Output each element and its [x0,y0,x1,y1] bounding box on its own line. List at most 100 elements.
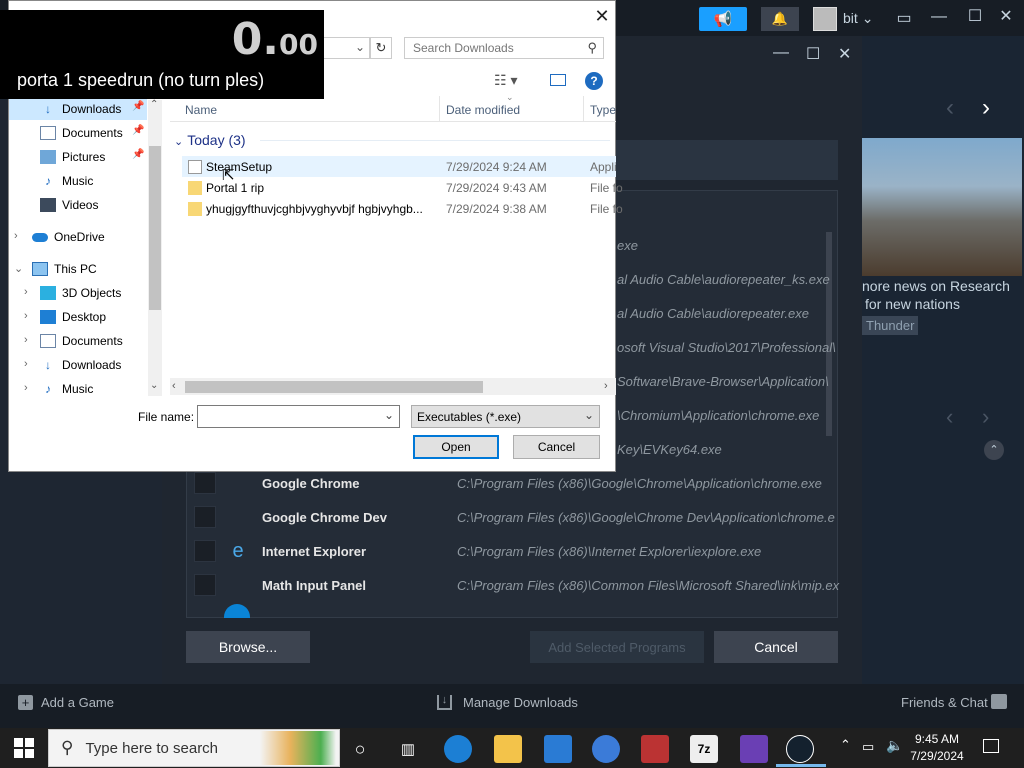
broadcast-button[interactable]: 📢 [699,7,747,31]
chrome-dev-icon[interactable] [592,735,620,763]
column-type[interactable]: Type [590,103,616,117]
column-name[interactable]: Name [185,103,217,117]
nav-item-music[interactable]: ♪ Music [40,378,93,400]
chevron-down-icon[interactable]: ⌄ [384,408,394,422]
file-name-input[interactable]: ⌄ [197,405,400,428]
file-row[interactable]: SteamSetup 7/29/2024 9:24 AM Appli [182,156,617,177]
column-date-modified[interactable]: Date modified [446,103,520,117]
maximize-button[interactable]: ☐ [962,3,988,29]
scroll-down-icon[interactable]: ⌄ [150,380,158,391]
chevron-right-icon[interactable]: › [982,404,989,430]
chevron-right-icon[interactable]: › [24,382,28,394]
program-row[interactable]: Google Chrome Dev C:\Program Files (x86)… [186,500,836,534]
steam-icon[interactable] [786,735,814,763]
nav-item-onedrive[interactable]: OneDrive [32,226,105,248]
chevron-right-icon[interactable]: › [24,286,28,298]
volume-icon[interactable]: 🔈 [886,737,903,754]
scroll-left-icon[interactable]: ‹ [172,380,176,392]
cortana-icon[interactable]: ○ [346,735,374,763]
close-button[interactable]: ✕ [993,3,1019,29]
edge-icon[interactable] [444,735,472,763]
windows-start-icon[interactable] [14,738,34,758]
chevron-right-icon[interactable]: › [24,334,28,346]
browse-button[interactable]: Browse... [186,631,310,663]
nav-item-desktop[interactable]: Desktop [40,306,106,328]
chevron-right-icon[interactable]: › [24,358,28,370]
manage-downloads-button[interactable]: Manage Downloads [463,695,578,710]
add-game-button[interactable]: Add a Game [41,695,114,710]
scroll-up-icon[interactable]: ⌃ [150,99,158,110]
nav-item-downloads[interactable]: ↓ Downloads [40,354,121,376]
help-icon[interactable]: ? [585,72,603,90]
group-header[interactable]: ⌄ Today (3) [174,132,246,148]
minimize-button[interactable]: — [926,4,952,30]
scroll-right-icon[interactable]: › [604,380,608,392]
scroll-top-icon[interactable]: ⌃ [984,440,1004,460]
taskbar-clock[interactable]: 9:45 AM 7/29/2024 [905,731,969,765]
task-view-icon[interactable]: ▥ [394,735,422,763]
add-selected-programs-button[interactable]: Add Selected Programs [530,631,704,663]
view-options-icon[interactable]: ☷ ▾ [494,72,517,89]
chevron-left-icon[interactable]: ‹ [946,94,954,122]
checkbox[interactable] [194,540,216,562]
nav-item-pictures[interactable]: Pictures [40,146,105,168]
monitor-icon[interactable]: ▭ [891,5,917,31]
cancel-button[interactable]: Cancel [714,631,838,663]
program-path: al Audio Cable\audiorepeater_ks.exe [617,272,830,287]
dialog-close-button[interactable]: ✕ [590,4,614,28]
nav-scrollbar-thumb[interactable] [149,146,161,310]
chevron-right-icon[interactable]: › [982,94,990,122]
7zip-icon[interactable]: 7z [690,735,718,763]
avatar[interactable] [813,7,837,31]
program-row[interactable]: e Internet Explorer C:\Program Files (x8… [186,534,836,568]
chevron-up-icon[interactable]: ⌃ [840,737,851,753]
nav-item-downloads[interactable]: ↓ Downloads [40,98,121,120]
refresh-button[interactable]: ↻ [370,37,392,59]
nav-item-label: Pictures [62,150,106,164]
nav-item-3d-objects[interactable]: 3D Objects [40,282,121,304]
app-icon[interactable] [641,735,669,763]
file-explorer-icon[interactable] [494,735,522,763]
address-bar[interactable]: ⌄ [318,37,370,59]
nav-item-label: OneDrive [54,230,105,244]
app-icon[interactable] [740,735,768,763]
chevron-down-icon[interactable]: ⌄ [14,262,23,275]
news-panel [862,36,1024,686]
chevron-left-icon[interactable]: ‹ [946,404,953,430]
nav-item-documents[interactable]: Documents [40,122,123,144]
friends-chat-button[interactable]: Friends & Chat [901,695,988,710]
file-row[interactable]: Portal 1 rip 7/29/2024 9:43 AM File fo [182,177,623,198]
nav-item-documents[interactable]: Documents [40,330,123,352]
open-button[interactable]: Open [413,435,499,459]
nav-item-this-pc[interactable]: This PC [32,258,97,280]
search-downloads-input[interactable]: Search Downloads ⚲ [404,37,604,59]
close-button[interactable]: ✕ [838,44,851,64]
program-list-scrollbar[interactable] [826,232,832,436]
network-icon[interactable]: ▭ [862,739,874,755]
checkbox[interactable] [194,472,216,494]
microsoft-store-icon[interactable] [544,735,572,763]
minimize-button[interactable]: — [773,44,789,62]
maximize-button[interactable]: ☐ [806,44,820,64]
onedrive-icon [32,232,48,242]
chevron-right-icon[interactable]: › [24,310,28,322]
nav-item-music[interactable]: ♪ Music [40,170,93,192]
checkbox[interactable] [194,574,216,596]
preview-pane-icon[interactable] [550,74,566,86]
program-row[interactable]: Math Input Panel C:\Program Files (x86)\… [186,568,839,602]
news-image[interactable] [862,138,1022,276]
file-name: SteamSetup [206,159,273,174]
username-menu[interactable]: bit ⌄ [843,10,873,27]
search-downloads-placeholder: Search Downloads [413,41,514,55]
notification-center-icon[interactable] [983,739,999,753]
news-headline-1: nore news on Research [862,278,1010,294]
notifications-button[interactable]: 🔔 [761,7,799,31]
file-row[interactable]: yhugjgyfthuvjcghbjvyghyvbjf hgbjvyhgb...… [182,198,623,219]
chevron-right-icon[interactable]: › [14,230,18,242]
cancel-button[interactable]: Cancel [513,435,600,459]
checkbox[interactable] [194,506,216,528]
horizontal-scrollbar-thumb[interactable] [185,381,483,393]
nav-item-videos[interactable]: Videos [40,194,98,216]
file-type-select[interactable]: Executables (*.exe) ⌄ [411,405,600,428]
folder-icon [188,201,202,216]
